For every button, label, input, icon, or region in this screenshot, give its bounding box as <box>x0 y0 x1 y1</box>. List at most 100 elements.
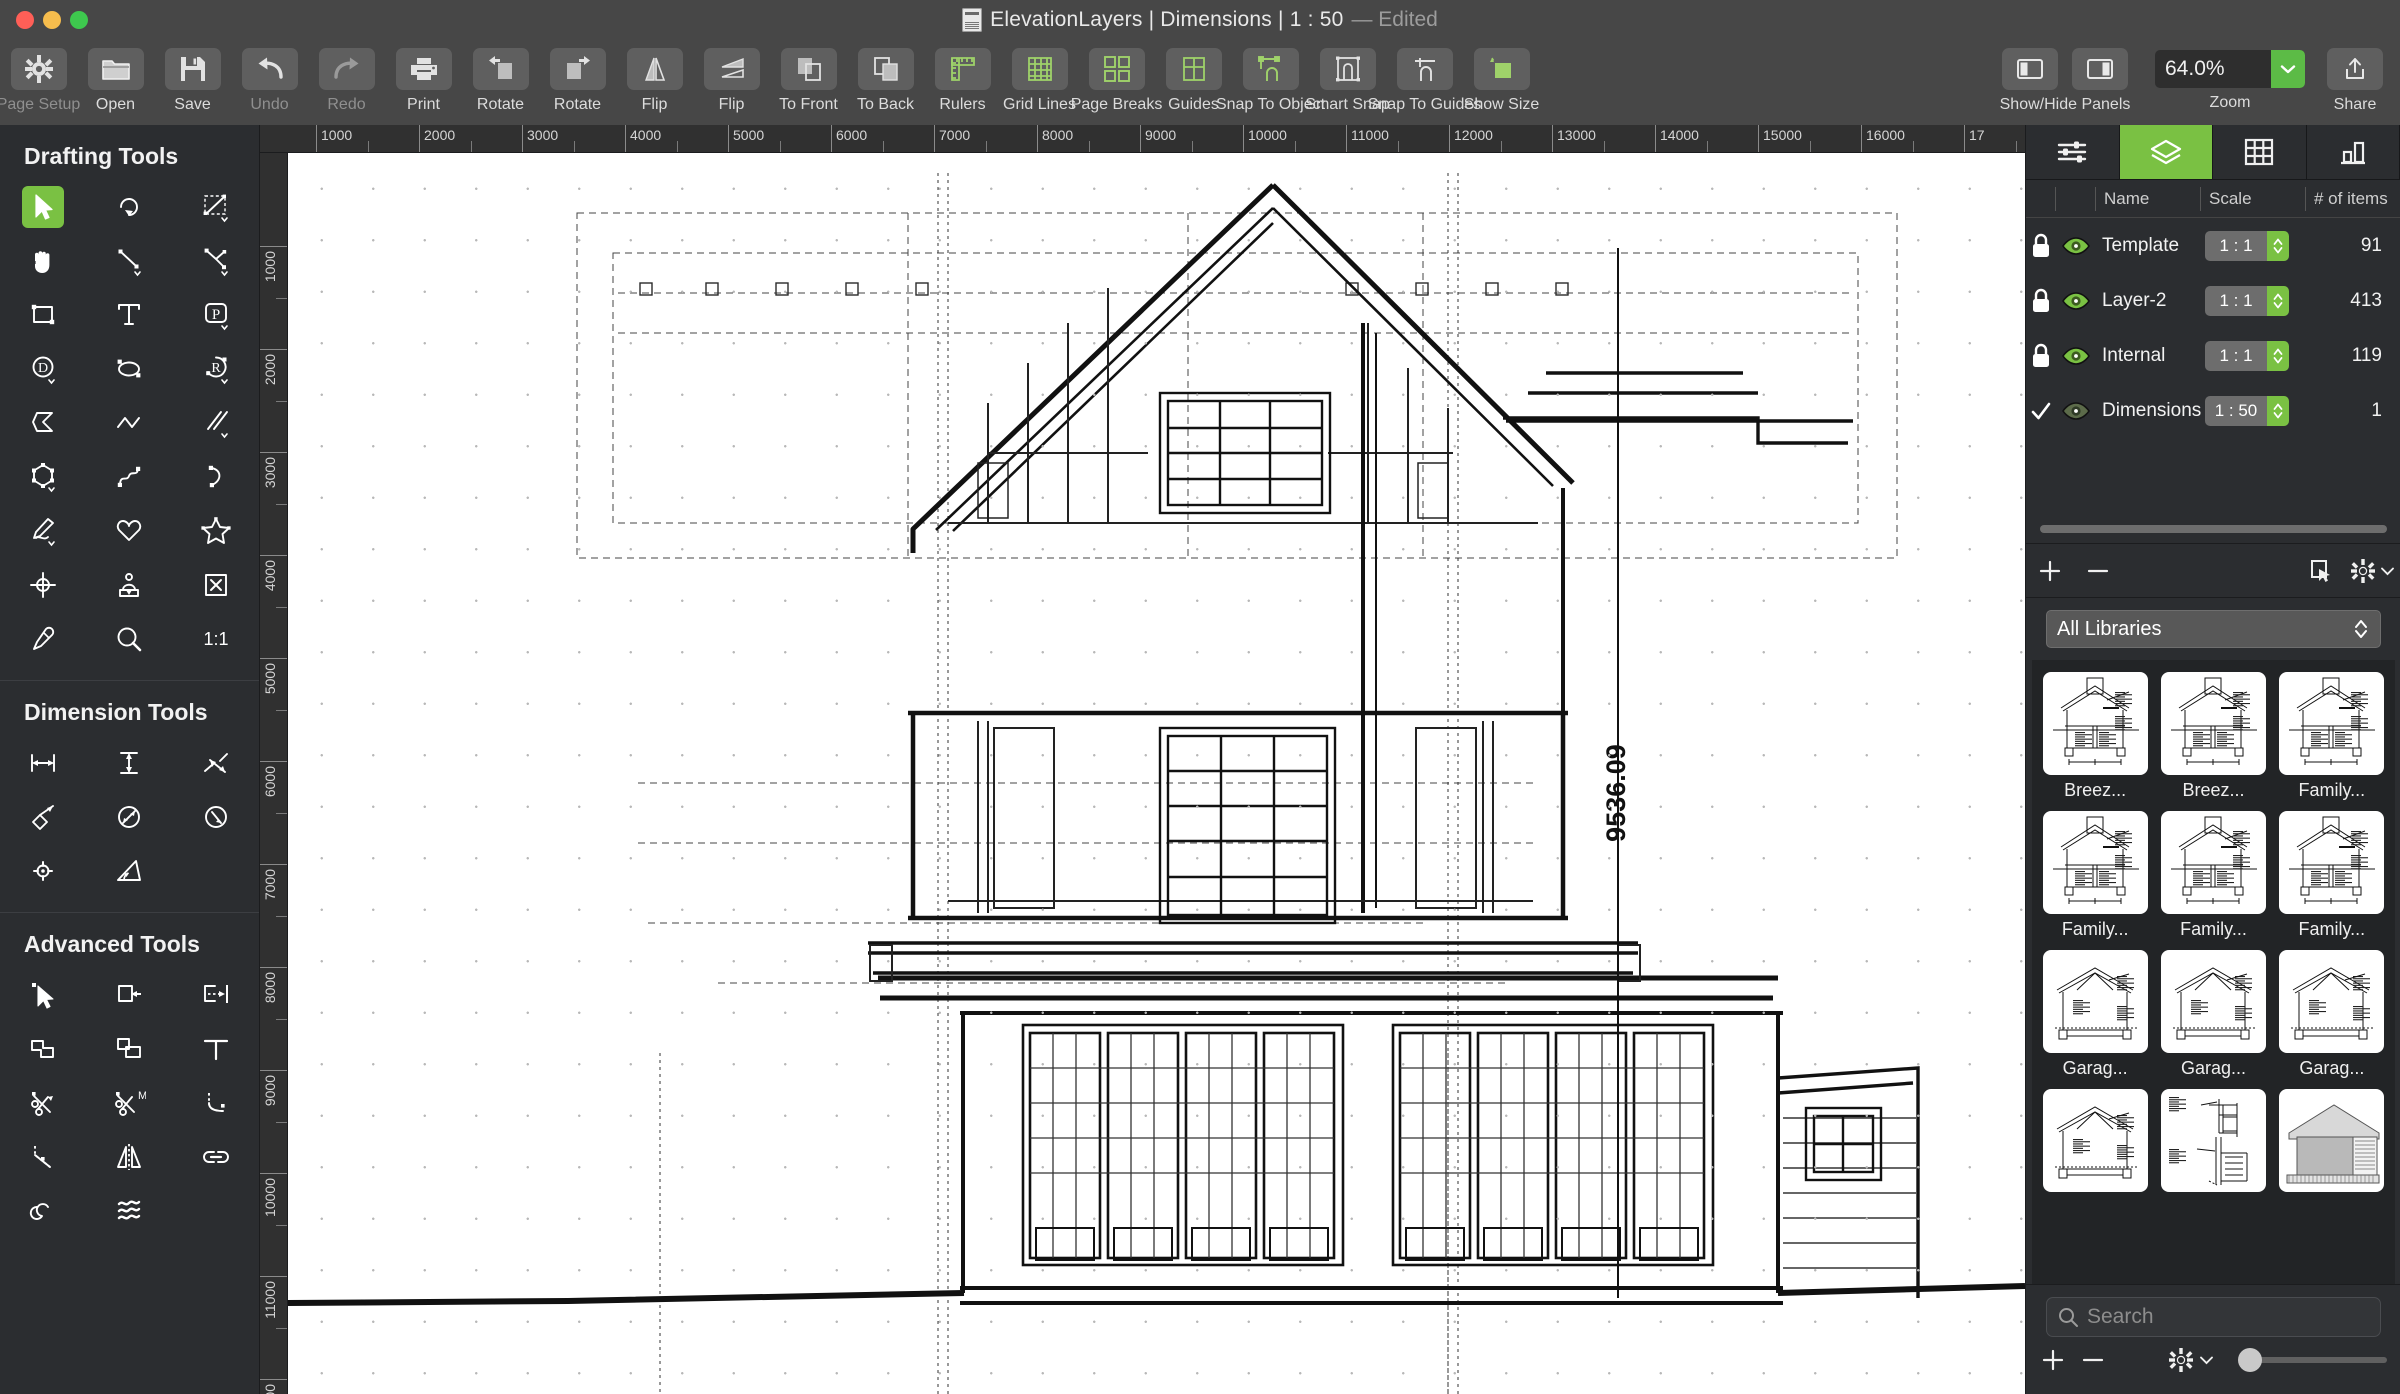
delete-region-tool[interactable] <box>173 558 259 612</box>
close-window-button[interactable] <box>16 11 34 29</box>
line-tool[interactable] <box>86 234 172 288</box>
layer-row[interactable]: Layer-2 1 : 1 413 <box>2026 273 2400 328</box>
eye-visibility-icon[interactable] <box>2056 401 2096 421</box>
horizontal-dimension-tool[interactable] <box>0 736 86 790</box>
library-settings-button[interactable] <box>2168 1347 2214 1373</box>
layer-row[interactable]: Dimensions 1 : 50 1 <box>2026 383 2400 438</box>
polygon-path-tool[interactable]: P <box>173 288 259 342</box>
eye-visibility-icon[interactable] <box>2056 346 2096 366</box>
minimize-window-button[interactable] <box>43 11 61 29</box>
extend-right-tool[interactable] <box>173 968 259 1022</box>
layer-scale-stepper[interactable]: 1 : 1 <box>2201 230 2306 261</box>
layer-settings-button[interactable] <box>2343 558 2400 584</box>
toolbar-button-rotate[interactable]: Rotate <box>462 40 539 114</box>
toolbar-button-page-setup[interactable]: Page Setup <box>0 40 80 114</box>
stamp-tool[interactable] <box>86 558 172 612</box>
link-tool[interactable] <box>173 1130 259 1184</box>
library-search-field[interactable]: Search <box>2046 1297 2381 1337</box>
tab-layers[interactable] <box>2119 125 2213 179</box>
library-add-button[interactable] <box>2040 1347 2066 1373</box>
mirror-tool[interactable] <box>86 1130 172 1184</box>
zoom-dropdown-button[interactable] <box>2271 50 2305 88</box>
angular-dimension-tool[interactable] <box>86 844 172 898</box>
checkmark-icon[interactable] <box>2026 399 2056 423</box>
toolbar-button-print[interactable]: Print <box>385 40 462 114</box>
toolbar-button-rotate[interactable]: Rotate <box>539 40 616 114</box>
lock-closed-icon[interactable] <box>2026 288 2056 314</box>
rotate-tool[interactable] <box>86 180 172 234</box>
polyline-tool[interactable] <box>86 396 172 450</box>
text-tool[interactable] <box>86 288 172 342</box>
lock-closed-icon[interactable] <box>2026 233 2056 259</box>
hatch-pattern-tool[interactable] <box>86 1184 172 1238</box>
duplicate-layer-button[interactable] <box>2297 558 2343 584</box>
polygon-tool[interactable] <box>0 450 86 504</box>
layer-scale-stepper[interactable]: 1 : 1 <box>2201 340 2306 371</box>
layer-row[interactable]: Template 1 : 1 91 <box>2026 218 2400 273</box>
library-item[interactable]: Breez... <box>2154 668 2272 807</box>
vertical-dimension-tool[interactable] <box>86 736 172 790</box>
toolbar-button-snap-to-object[interactable]: Snap To Object <box>1216 40 1325 114</box>
library-thumbnail-size-slider[interactable] <box>2238 1348 2387 1372</box>
aligned-dimension-tool[interactable] <box>0 790 86 844</box>
parallel-lines-tool[interactable] <box>173 396 259 450</box>
selection-arrow-tool[interactable] <box>0 180 86 234</box>
toolbar-button-to-back[interactable]: To Back <box>847 40 924 114</box>
library-item[interactable]: Family... <box>2273 807 2391 946</box>
zoom-input[interactable] <box>2155 57 2271 81</box>
library-item[interactable]: Garag... <box>2273 946 2391 1085</box>
right-panel-toggle-button[interactable] <box>2072 48 2128 90</box>
rectangle-tool[interactable] <box>0 288 86 342</box>
library-item[interactable] <box>2154 1085 2272 1203</box>
layer-scale-stepper-arrows[interactable] <box>2267 395 2289 426</box>
library-item[interactable]: Garag... <box>2036 946 2154 1085</box>
connected-line-tool[interactable] <box>173 234 259 288</box>
arc-tool[interactable] <box>173 450 259 504</box>
freehand-pencil-tool[interactable] <box>0 504 86 558</box>
multi-trim-tool[interactable]: M <box>86 1076 172 1130</box>
library-item[interactable]: Breez... <box>2036 668 2154 807</box>
library-item[interactable] <box>2036 1085 2154 1203</box>
remove-layer-button[interactable] <box>2074 558 2122 584</box>
library-select[interactable]: All Libraries <box>2046 610 2381 648</box>
chamfer-tool[interactable] <box>0 396 86 450</box>
layer-scale-stepper[interactable]: 1 : 1 <box>2201 285 2306 316</box>
toolbar-button-flip[interactable]: Flip <box>616 40 693 114</box>
share-button[interactable] <box>2327 48 2383 90</box>
library-item-grid[interactable]: Breez... Breez... Family... Family... Fa… <box>2032 660 2395 1365</box>
toolbar-button-to-front[interactable]: To Front <box>770 40 847 114</box>
lock-closed-icon[interactable] <box>2026 343 2056 369</box>
fillet-tool[interactable] <box>173 1076 259 1130</box>
tab-grid[interactable] <box>2213 125 2307 179</box>
circle-diameter-tool[interactable]: D <box>0 342 86 396</box>
heart-shape-tool[interactable] <box>86 504 172 558</box>
subtract-shape-tool[interactable] <box>86 1022 172 1076</box>
left-panel-toggle-button[interactable] <box>2002 48 2058 90</box>
transform-box-tool[interactable] <box>173 180 259 234</box>
maximize-window-button[interactable] <box>70 11 88 29</box>
toolbar-button-flip[interactable]: Flip <box>693 40 770 114</box>
zoom-field[interactable] <box>2155 50 2305 88</box>
eye-visibility-icon[interactable] <box>2056 291 2096 311</box>
toolbar-button-grid-lines[interactable]: Grid Lines <box>1001 40 1078 114</box>
extend-left-tool[interactable] <box>86 968 172 1022</box>
ellipse-tool[interactable] <box>86 342 172 396</box>
linear-dimension-tool[interactable] <box>173 736 259 790</box>
layer-row[interactable]: Internal 1 : 1 119 <box>2026 328 2400 383</box>
toolbar-button-snap-to-guides[interactable]: Snap To Guides <box>1368 40 1481 114</box>
vertical-ruler[interactable]: 1000 2000 3000 4000 5000 6000 7000 8000 9000 1000… <box>260 153 288 1394</box>
loop-tool[interactable] <box>0 1184 86 1238</box>
center-point-tool[interactable] <box>0 558 86 612</box>
layer-scale-stepper-arrows[interactable] <box>2267 340 2289 371</box>
toolbar-button-undo[interactable]: Undo <box>231 40 308 114</box>
chamfer-corner-tool[interactable] <box>0 1130 86 1184</box>
eyedropper-tool[interactable] <box>0 612 86 666</box>
bezier-curve-tool[interactable] <box>86 450 172 504</box>
library-item[interactable]: Garag... <box>2154 946 2272 1085</box>
add-layer-button[interactable] <box>2026 558 2074 584</box>
union-shape-tool[interactable] <box>0 1022 86 1076</box>
library-item[interactable] <box>2273 1085 2391 1203</box>
layer-scale-stepper-arrows[interactable] <box>2267 230 2289 261</box>
horizontal-ruler[interactable]: 1000 2000 3000 4000 5000 6000 7000 8000 9000 1000… <box>260 125 2025 153</box>
star-shape-tool[interactable] <box>173 504 259 558</box>
